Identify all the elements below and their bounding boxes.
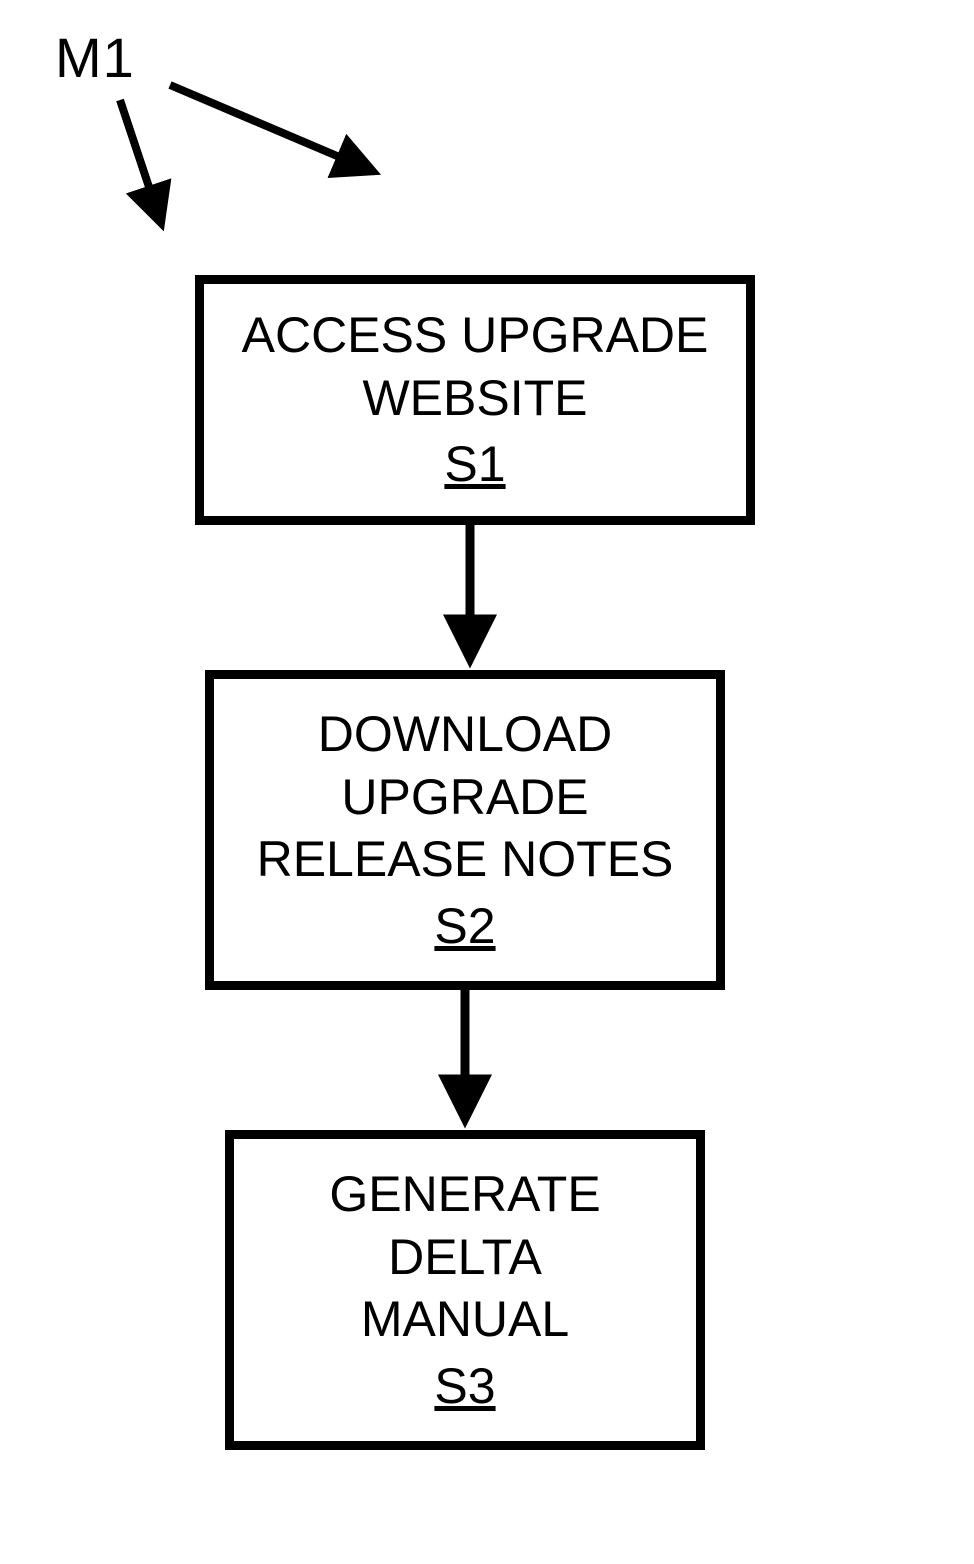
step-box-s1: ACCESS UPGRADE WEBSITE S1 xyxy=(195,275,755,525)
pointer-arrow xyxy=(120,100,160,220)
step-text: WEBSITE xyxy=(362,367,587,430)
pointer-arrow xyxy=(170,85,370,170)
step-text: GENERATE xyxy=(329,1163,600,1226)
step-text: DELTA xyxy=(388,1226,542,1289)
step-text: RELEASE NOTES xyxy=(257,828,674,891)
step-text: DOWNLOAD xyxy=(318,703,612,766)
step-text: ACCESS UPGRADE xyxy=(242,304,709,367)
step-box-s3: GENERATE DELTA MANUAL S3 xyxy=(225,1130,705,1450)
step-text: MANUAL xyxy=(361,1288,569,1351)
flowchart-canvas: M1 ACCESS UPGRADE WEBSITE S1 DOWNLOAD UP… xyxy=(0,0,974,1564)
step-text: UPGRADE xyxy=(341,766,588,829)
step-ref: S1 xyxy=(444,433,505,496)
diagram-label-m1: M1 xyxy=(55,25,135,90)
step-ref: S3 xyxy=(434,1355,495,1418)
step-box-s2: DOWNLOAD UPGRADE RELEASE NOTES S2 xyxy=(205,670,725,990)
step-ref: S2 xyxy=(434,895,495,958)
